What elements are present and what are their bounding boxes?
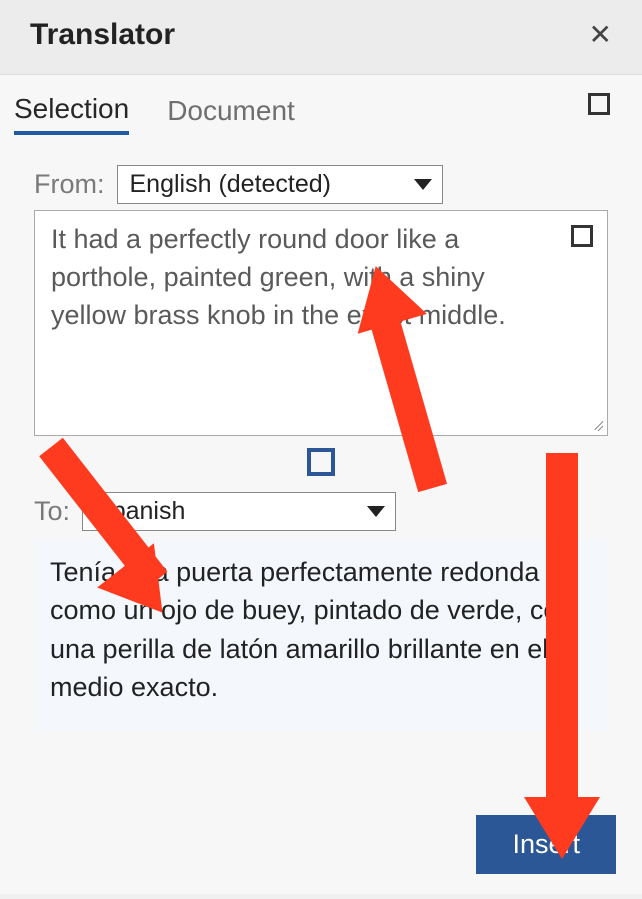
from-language-dropdown[interactable]: English (detected) [117, 165, 443, 204]
swap-languages-icon[interactable] [307, 448, 335, 476]
panel-title: Translator [30, 18, 175, 52]
to-row: To: Spanish [14, 492, 628, 531]
resize-handle-icon[interactable] [589, 417, 603, 431]
to-language-value: Spanish [95, 497, 185, 526]
translated-text-box: Tenía una puerta perfectamente redonda c… [34, 539, 608, 730]
chevron-down-icon [367, 506, 385, 517]
from-language-value: English (detected) [130, 170, 332, 199]
to-label: To: [34, 496, 70, 527]
chevron-down-icon [414, 179, 432, 190]
tab-document[interactable]: Document [167, 89, 295, 133]
from-row: From: English (detected) [14, 165, 628, 204]
close-icon[interactable]: ✕ [589, 21, 612, 49]
source-text: It had a perfectly round door like a por… [51, 221, 551, 334]
panel-header: Translator ✕ [0, 0, 642, 75]
from-label: From: [34, 169, 105, 200]
tab-selection[interactable]: Selection [14, 87, 129, 135]
translated-text: Tenía una puerta perfectamente redonda c… [50, 557, 573, 702]
tabs-row: Selection Document [14, 75, 628, 145]
swap-languages-wrap [14, 448, 628, 476]
source-text-box[interactable]: It had a perfectly round door like a por… [34, 210, 608, 436]
to-language-dropdown[interactable]: Spanish [82, 492, 396, 531]
copy-source-icon[interactable] [571, 225, 593, 247]
insert-button[interactable]: Insert [476, 815, 616, 874]
panel-content: Selection Document From: English (detect… [0, 75, 642, 894]
expand-icon[interactable] [588, 93, 610, 115]
